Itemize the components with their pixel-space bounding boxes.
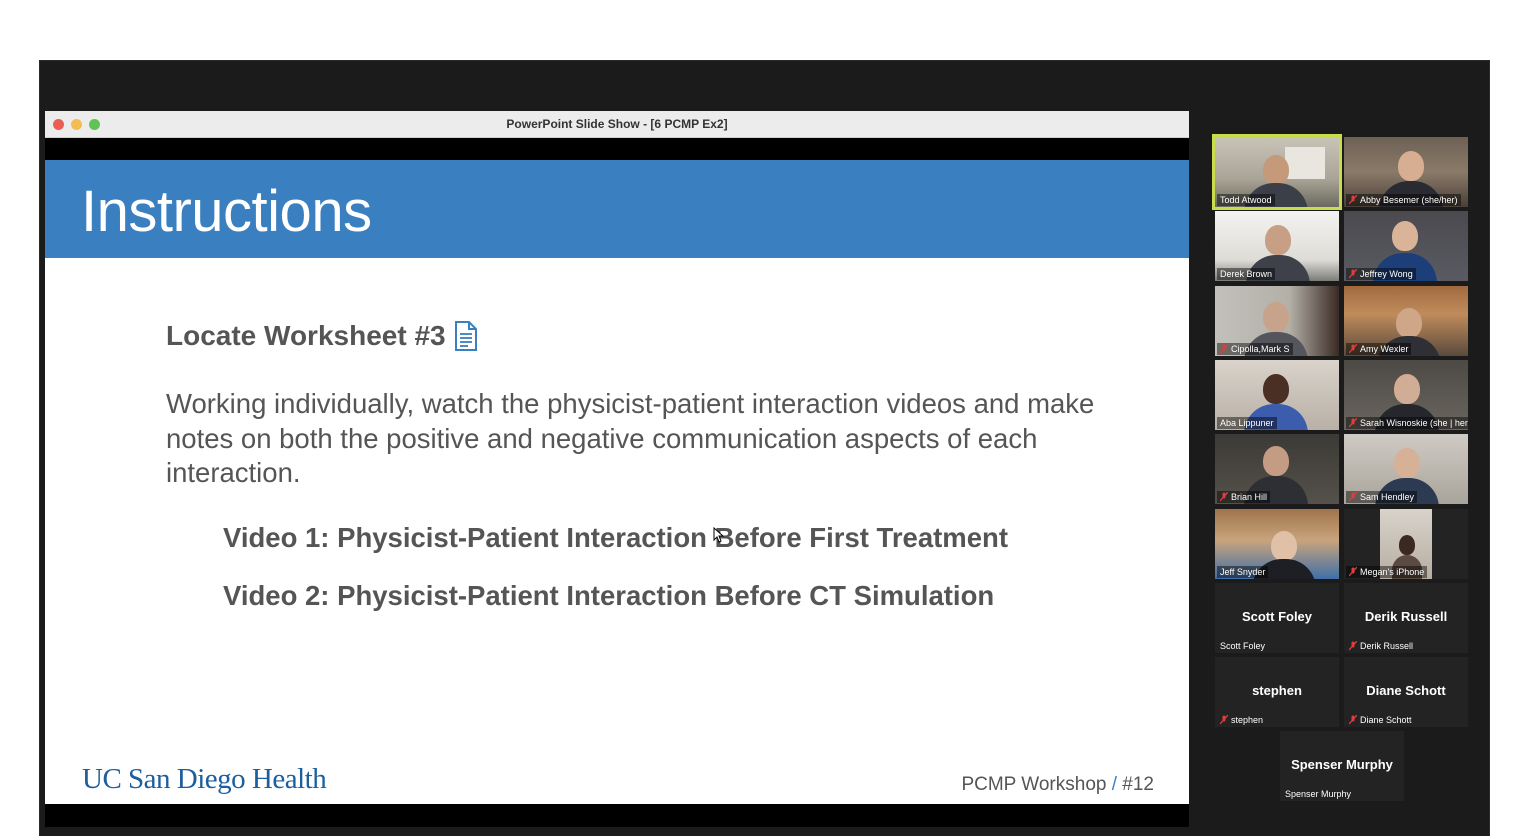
ucsd-health-logo: UC San Diego Health	[82, 763, 327, 795]
mouse-cursor-icon	[713, 527, 725, 543]
document-icon	[454, 321, 478, 351]
zoom-meeting-window: PowerPoint Slide Show - [6 PCMP Ex2] Ins…	[40, 61, 1489, 836]
participant-tile[interactable]: Jeff Snyder	[1215, 509, 1339, 579]
slide-title-bar: Instructions	[45, 160, 1189, 258]
participant-name: Derek Brown	[1220, 269, 1273, 279]
participant-tile[interactable]: Aba Lippuner	[1215, 360, 1339, 430]
participant-tile[interactable]: Cipolla,Mark S	[1215, 286, 1339, 356]
participant-name: Abby Besemer (she/her)	[1360, 195, 1458, 205]
participant-tile-no-video[interactable]: Derik Russell Derik Russell	[1344, 583, 1468, 653]
slide-number: #12	[1122, 774, 1154, 795]
participant-name: Scott Foley	[1220, 641, 1266, 651]
participant-tile[interactable]: Megan's iPhone	[1344, 509, 1468, 579]
video-2-title: Video 2: Physicist-Patient Interaction B…	[223, 580, 995, 611]
muted-mic-icon	[1349, 715, 1357, 725]
footer-separator: /	[1111, 774, 1118, 795]
participant-tile[interactable]: Abby Besemer (she/her)	[1344, 137, 1468, 207]
muted-mic-icon	[1220, 715, 1228, 725]
participant-name: Diane Schott	[1360, 715, 1412, 725]
participant-name: Derik Russell	[1360, 641, 1414, 651]
participant-name: Sam Hendley	[1360, 492, 1415, 502]
muted-mic-icon	[1349, 492, 1357, 502]
participant-display-name: Derik Russell	[1364, 609, 1448, 624]
muted-mic-icon	[1349, 641, 1357, 651]
participant-name: Jeffrey Wong	[1360, 269, 1413, 279]
participant-display-name: stephen	[1252, 683, 1302, 698]
participant-name: Jeff Snyder	[1220, 567, 1266, 577]
participant-name: Spenser Murphy	[1285, 789, 1352, 799]
participant-name: Megan's iPhone	[1360, 567, 1425, 577]
participant-tile-no-video[interactable]: Diane Schott Diane Schott	[1344, 657, 1468, 727]
worksheet-heading: Locate Worksheet #3	[166, 320, 446, 351]
muted-mic-icon	[1220, 344, 1228, 354]
slide-title: Instructions	[81, 179, 372, 244]
window-titlebar[interactable]: PowerPoint Slide Show - [6 PCMP Ex2]	[45, 111, 1189, 138]
muted-mic-icon	[1349, 344, 1357, 354]
muted-mic-icon	[1349, 269, 1357, 279]
footer-label: PCMP Workshop	[961, 774, 1107, 795]
participant-tile-no-video[interactable]: Spenser Murphy Spenser Murphy	[1280, 731, 1404, 801]
participant-display-name: Scott Foley	[1241, 609, 1313, 624]
muted-mic-icon	[1220, 492, 1228, 502]
participant-tile[interactable]: Jeffrey Wong	[1344, 211, 1468, 281]
presentation-slide[interactable]: Instructions Locate Worksheet #3 Working…	[45, 160, 1189, 804]
participant-name: Cipolla,Mark S	[1231, 344, 1290, 354]
participant-tile[interactable]: Amy Wexler	[1344, 286, 1468, 356]
muted-mic-icon	[1349, 567, 1357, 577]
participant-name: Aba Lippuner	[1220, 418, 1274, 428]
participant-name: Brian Hill	[1231, 492, 1268, 502]
participant-tile[interactable]: Sam Hendley	[1344, 434, 1468, 504]
window-title: PowerPoint Slide Show - [6 PCMP Ex2]	[506, 117, 728, 131]
muted-mic-icon	[1349, 195, 1357, 205]
participant-tile-no-video[interactable]: Scott Foley Scott Foley	[1215, 583, 1339, 653]
participant-tile[interactable]: Derek Brown	[1215, 211, 1339, 281]
slide-footer: PCMP Workshop / #12	[961, 774, 1154, 796]
video-1-title: Video 1: Physicist-Patient Interaction B…	[223, 522, 1008, 553]
participant-tile-no-video[interactable]: stephen stephen	[1215, 657, 1339, 727]
instructions-body: Working individually, watch the physicis…	[166, 388, 1095, 488]
worksheet-heading-row: Locate Worksheet #3	[166, 320, 478, 352]
participant-name: Amy Wexler	[1360, 344, 1409, 354]
participant-name: Todd Atwood	[1220, 195, 1272, 205]
muted-mic-icon	[1349, 418, 1357, 428]
participant-tile[interactable]: Brian Hill	[1215, 434, 1339, 504]
participant-name: Sarah Wisnoskie (she | her)	[1360, 418, 1468, 428]
participant-display-name: Spenser Murphy	[1291, 757, 1393, 772]
participant-name: stephen	[1231, 715, 1264, 725]
participant-display-name: Diane Schott	[1366, 683, 1446, 698]
participant-tile[interactable]: Sarah Wisnoskie (she | her)	[1344, 360, 1468, 430]
participant-tile[interactable]: Todd Atwood	[1212, 134, 1342, 210]
powerpoint-window: PowerPoint Slide Show - [6 PCMP Ex2] Ins…	[45, 111, 1189, 827]
